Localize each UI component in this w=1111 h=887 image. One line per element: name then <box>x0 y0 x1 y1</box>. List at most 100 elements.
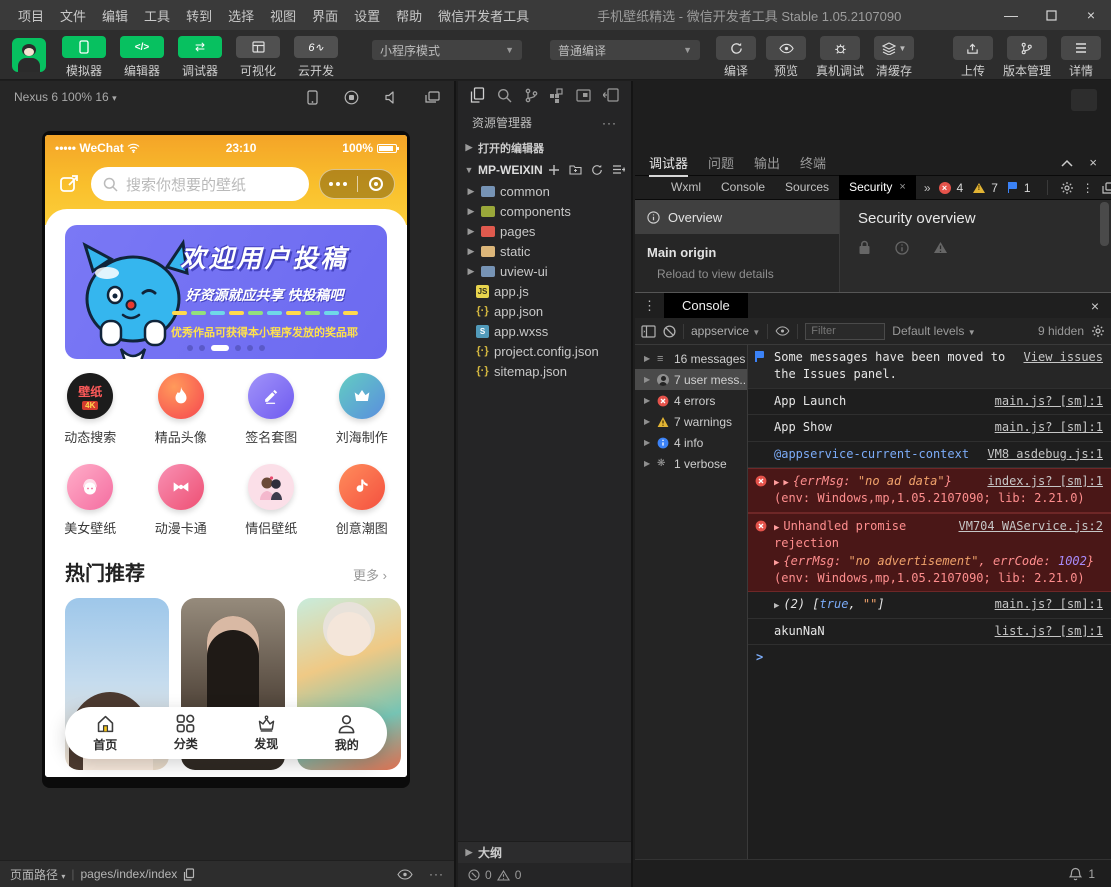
source-link[interactable]: index.js? [sm]:1 <box>987 473 1103 490</box>
problems-summary[interactable]: 0 0 <box>458 863 631 887</box>
menu-help[interactable]: 帮助 <box>388 6 430 25</box>
window-icon[interactable] <box>576 88 591 102</box>
source-link[interactable]: main.js? [sm]:1 <box>995 419 1103 436</box>
more-actions-button[interactable]: ··· <box>429 867 444 881</box>
page-path-dropdown[interactable]: 页面路径 ▾ <box>10 866 65 883</box>
search-icon[interactable] <box>497 88 512 103</box>
devtab-security[interactable]: Security × <box>839 175 916 200</box>
cloud-dev-button[interactable]: 6∿ 云开发 <box>288 36 344 79</box>
sidebar-toggle-icon[interactable] <box>641 324 656 338</box>
tree-file-app-json[interactable]: {·} app.json <box>458 301 631 321</box>
grid-item-couple-wallpaper[interactable]: 情侣壁纸 <box>226 464 317 537</box>
editor-button[interactable]: </> 编辑器 <box>114 36 170 79</box>
visualization-button[interactable]: 可视化 <box>230 36 286 79</box>
source-link[interactable]: list.js? [sm]:1 <box>995 623 1103 640</box>
copy-icon[interactable] <box>183 867 195 881</box>
minimize-app-button[interactable] <box>358 177 395 191</box>
console-message[interactable]: VM8 asdebug.js:1 @appservice-current-con… <box>748 442 1111 468</box>
record-icon[interactable] <box>344 90 359 105</box>
search-input[interactable]: 搜索你想要的壁纸 <box>91 167 309 201</box>
rotate-device-icon[interactable] <box>307 89 318 105</box>
devtab-console[interactable]: Console <box>711 175 775 200</box>
tab-home[interactable]: 首页 <box>65 707 146 759</box>
devtab-sources[interactable]: Sources <box>775 175 839 200</box>
tab-mine[interactable]: 我的 <box>307 707 388 759</box>
console-message-issues[interactable]: View issues Some messages have been move… <box>748 345 1111 389</box>
console-drawer-tab[interactable]: Console <box>664 293 748 318</box>
multi-window-icon[interactable] <box>425 90 440 104</box>
context-selector[interactable]: appservice ▼ <box>691 324 760 338</box>
tree-file-project-config[interactable]: {·} project.config.json <box>458 341 631 361</box>
refresh-icon[interactable] <box>591 164 603 176</box>
mode-dropdown[interactable]: 小程序模式 ▼ <box>372 40 522 60</box>
close-tab-icon[interactable]: × <box>899 175 905 200</box>
eye-icon[interactable] <box>397 868 413 880</box>
view-issues-link[interactable]: View issues <box>1024 349 1103 366</box>
kebab-menu-icon[interactable]: ⋮ <box>1080 181 1096 195</box>
console-prompt[interactable]: > <box>748 645 1111 669</box>
user-avatar[interactable] <box>12 38 46 72</box>
compile-button[interactable]: 编译 <box>716 36 756 79</box>
filter-input[interactable] <box>805 322 886 340</box>
clear-cache-button[interactable]: ▼ 清缓存 <box>874 36 915 79</box>
open-editors-section[interactable]: ▶ 打开的编辑器 <box>458 136 631 159</box>
extensions-icon[interactable] <box>549 87 564 103</box>
files-icon[interactable] <box>470 87 485 103</box>
more-menu-button[interactable] <box>320 182 357 186</box>
sidebar-info[interactable]: ▶ 4 info <box>635 432 747 453</box>
console-message[interactable]: list.js? [sm]:1 akunNaN <box>748 619 1111 646</box>
device-selector[interactable]: Nexus 6 100% 16 ▾ <box>14 90 117 104</box>
expand-caret[interactable]: ▶ <box>774 558 779 568</box>
carousel-dots[interactable] <box>65 345 387 351</box>
compile-mode-dropdown[interactable]: 普通编译 ▼ <box>550 40 700 60</box>
panel-dock-icon[interactable] <box>1071 89 1097 111</box>
sound-icon[interactable] <box>385 90 399 104</box>
simulator-button[interactable]: 模拟器 <box>56 36 112 79</box>
new-folder-icon[interactable] <box>569 164 582 175</box>
menu-interface[interactable]: 界面 <box>304 6 346 25</box>
expand-caret[interactable]: ▶ <box>774 523 779 533</box>
sidebar-warnings[interactable]: ▶ 7 warnings <box>635 411 747 432</box>
tree-file-sitemap[interactable]: {·} sitemap.json <box>458 361 631 381</box>
menu-select[interactable]: 选择 <box>220 6 262 25</box>
menu-edit[interactable]: 编辑 <box>94 6 136 25</box>
expand-caret[interactable]: ▶ <box>774 601 779 611</box>
share-icon[interactable] <box>59 173 81 195</box>
tree-folder-pages[interactable]: ▶ pages <box>458 221 631 241</box>
tab-debugger[interactable]: 调试器 <box>649 153 689 177</box>
close-console-icon[interactable]: × <box>1079 298 1111 314</box>
sidebar-all-messages[interactable]: ▶ ≡ 16 messages <box>635 348 747 369</box>
sidebar-user-messages[interactable]: ▶ 7 user mess... <box>635 369 747 390</box>
tree-folder-common[interactable]: ▶ common <box>458 181 631 201</box>
tab-output[interactable]: 输出 <box>754 153 780 172</box>
tab-problems[interactable]: 问题 <box>708 153 734 172</box>
more-tabs-icon[interactable]: » <box>916 181 939 195</box>
tree-file-app-wxss[interactable]: Sapp.wxss <box>458 321 631 341</box>
tree-file-app-js[interactable]: JS app.js <box>458 281 631 301</box>
issues-count[interactable]: 1 <box>1024 181 1031 195</box>
menu-settings[interactable]: 设置 <box>346 6 388 25</box>
more-link[interactable]: 更多 › <box>353 565 387 584</box>
tree-folder-static[interactable]: ▶ static <box>458 241 631 261</box>
new-file-icon[interactable] <box>548 164 560 176</box>
collapse-up-icon[interactable] <box>1061 159 1073 167</box>
upload-button[interactable]: 上传 <box>952 36 993 79</box>
kebab-menu-icon[interactable]: ⋮ <box>635 298 664 314</box>
menu-project[interactable]: 项目 <box>10 6 52 25</box>
maximize-button[interactable] <box>1031 0 1071 30</box>
source-link[interactable]: main.js? [sm]:1 <box>995 596 1103 613</box>
console-message[interactable]: main.js? [sm]:1 App Show <box>748 415 1111 442</box>
notification-count[interactable]: 1 <box>1088 867 1095 881</box>
menu-devtools[interactable]: 微信开发者工具 <box>430 6 537 25</box>
error-count[interactable]: 4 <box>957 181 964 195</box>
console-error-message[interactable]: index.js? [sm]:1 ▶ ▶ {errMsg: "no ad data"… <box>748 467 1111 513</box>
grid-item-bangs-maker[interactable]: 刘海制作 <box>317 373 408 446</box>
sidebar-verbose[interactable]: ▶ ❋ 1 verbose <box>635 453 747 474</box>
grid-item-beauty-wallpaper[interactable]: 美女壁纸 <box>45 464 136 537</box>
expand-caret[interactable]: ▶ <box>774 478 779 488</box>
version-control-button[interactable]: 版本管理 <box>1003 36 1051 79</box>
expand-caret[interactable]: ▶ <box>783 478 788 488</box>
collapse-panel-icon[interactable] <box>602 88 619 102</box>
tree-folder-components[interactable]: ▶ components <box>458 201 631 221</box>
menu-goto[interactable]: 转到 <box>178 6 220 25</box>
